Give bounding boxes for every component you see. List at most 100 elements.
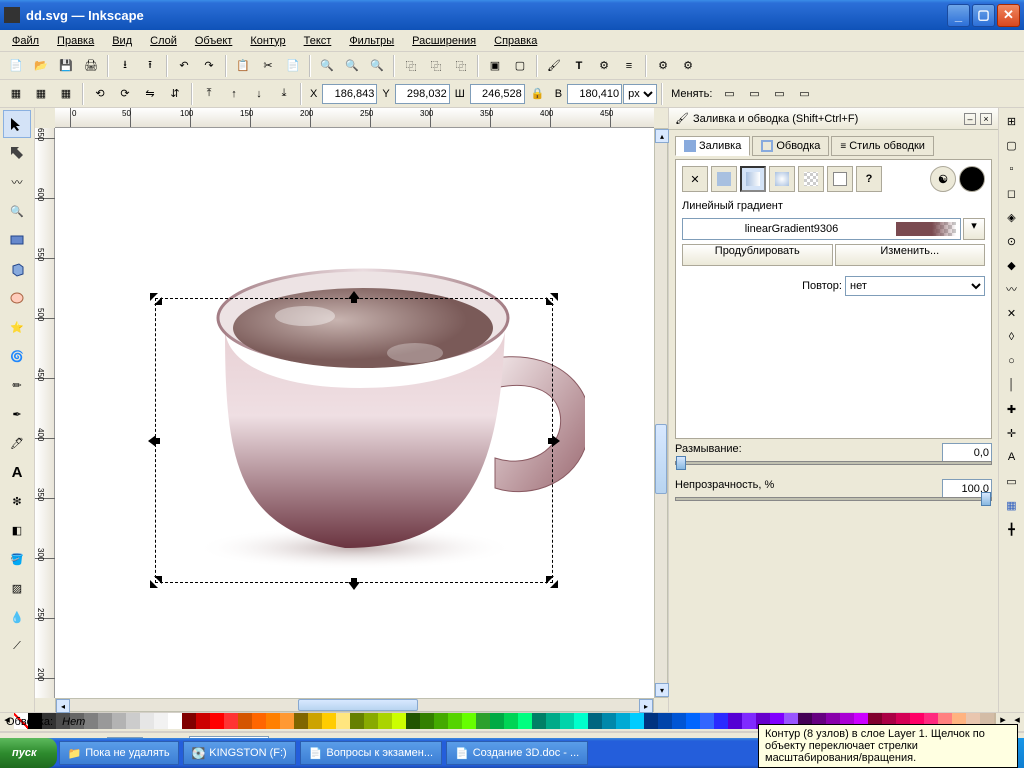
rotate-ccw-button[interactable]: ⟲ (88, 82, 112, 106)
color-swatch[interactable] (560, 713, 574, 729)
snap-guide[interactable]: ╋ (1001, 518, 1023, 540)
panel-close-icon[interactable]: × (980, 113, 992, 125)
flip-h-button[interactable]: ⇋ (138, 82, 162, 106)
text-dialog-button[interactable]: T (567, 54, 591, 78)
bezier-tool[interactable]: ✒ (3, 400, 31, 428)
scale-handle-nw[interactable] (150, 293, 162, 305)
canvas[interactable] (55, 128, 654, 698)
color-swatch[interactable] (350, 713, 364, 729)
pencil-tool[interactable]: ✏ (3, 371, 31, 399)
affect-stroke-button[interactable]: ▭ (717, 82, 741, 106)
blur-slider[interactable] (675, 461, 992, 465)
paint-flat-button[interactable] (711, 166, 737, 192)
snap-node[interactable]: ◆ (1001, 254, 1023, 276)
snap-grid[interactable]: ▦ (1001, 494, 1023, 516)
spray-tool[interactable]: ❇ (3, 487, 31, 515)
color-swatch[interactable] (406, 713, 420, 729)
doc-prefs-button[interactable]: ⚙ (676, 54, 700, 78)
color-swatch[interactable] (210, 713, 224, 729)
node-tool[interactable] (3, 139, 31, 167)
raise-button[interactable]: ↑ (222, 82, 246, 106)
raise-top-button[interactable]: ⤒ (197, 82, 221, 106)
repeat-select[interactable]: нет (845, 276, 985, 296)
snap-smooth[interactable]: ○ (1001, 350, 1023, 372)
scale-handle-sw[interactable] (150, 576, 162, 588)
scale-handle-e[interactable] (548, 435, 560, 447)
snap-cusp[interactable]: ◊ (1001, 326, 1023, 348)
color-swatch[interactable] (84, 713, 98, 729)
snap-rot-center[interactable]: ✛ (1001, 422, 1023, 444)
select-layers-button[interactable]: ▦ (29, 82, 53, 106)
tab-stroke-style[interactable]: ≡Стиль обводки (831, 136, 934, 156)
tab-fill[interactable]: Заливка (675, 136, 750, 156)
save-button[interactable]: 💾 (54, 54, 78, 78)
lower-bottom-button[interactable]: ⤓ (272, 82, 296, 106)
color-swatch[interactable] (392, 713, 406, 729)
color-swatch[interactable] (588, 713, 602, 729)
new-button[interactable]: 📄 (4, 54, 28, 78)
duplicate-button[interactable]: ⿻ (399, 54, 423, 78)
color-swatch[interactable] (266, 713, 280, 729)
affect-corners-button[interactable]: ▭ (742, 82, 766, 106)
color-swatch[interactable] (154, 713, 168, 729)
dropper-tool[interactable]: 💧 (3, 603, 31, 631)
snap-obj-center[interactable]: ✚ (1001, 398, 1023, 420)
scale-handle-s[interactable] (348, 578, 360, 590)
clone-button[interactable]: ⿻ (424, 54, 448, 78)
color-swatch[interactable] (308, 713, 322, 729)
gradient-dropdown-button[interactable]: ▾ (963, 218, 985, 240)
menu-filters[interactable]: Фильтры (341, 33, 402, 49)
color-swatch[interactable] (532, 713, 546, 729)
color-swatch[interactable] (280, 713, 294, 729)
text-tool[interactable]: A (3, 458, 31, 486)
unlink-button[interactable]: ⿻ (449, 54, 473, 78)
tweak-tool[interactable]: 〰 (3, 168, 31, 196)
snap-corner[interactable]: ◻ (1001, 182, 1023, 204)
color-swatch[interactable] (616, 713, 630, 729)
copy-button[interactable]: 📋 (231, 54, 255, 78)
panel-min-icon[interactable]: – (964, 113, 976, 125)
xml-button[interactable]: ⚙ (592, 54, 616, 78)
export-button[interactable]: ⭱ (138, 54, 162, 78)
open-button[interactable]: 📂 (29, 54, 53, 78)
color-swatch[interactable] (546, 713, 560, 729)
opacity-slider[interactable] (675, 497, 992, 501)
snap-intersect[interactable]: ✕ (1001, 302, 1023, 324)
lower-button[interactable]: ↓ (247, 82, 271, 106)
snap-page[interactable]: ▭ (1001, 470, 1023, 492)
color-swatch[interactable] (742, 713, 756, 729)
paint-swatch-button[interactable] (827, 166, 853, 192)
zoom-tool[interactable]: 🔍 (3, 197, 31, 225)
gradient-tool[interactable]: ▨ (3, 574, 31, 602)
scale-handle-ne[interactable] (546, 293, 558, 305)
snap-center[interactable]: ⊙ (1001, 230, 1023, 252)
color-swatch[interactable] (490, 713, 504, 729)
color-swatch[interactable] (476, 713, 490, 729)
redo-button[interactable]: ↷ (197, 54, 221, 78)
undo-button[interactable]: ↶ (172, 54, 196, 78)
fill-evenodd-button[interactable]: ☯ (930, 166, 956, 192)
color-swatch[interactable] (672, 713, 686, 729)
color-swatch[interactable] (728, 713, 742, 729)
color-swatch[interactable] (98, 713, 112, 729)
x-input[interactable] (322, 84, 377, 104)
color-swatch[interactable] (714, 713, 728, 729)
ellipse-tool[interactable] (3, 284, 31, 312)
3dbox-tool[interactable] (3, 255, 31, 283)
paint-linear-button[interactable] (740, 166, 766, 192)
ungroup-button[interactable]: ▢ (508, 54, 532, 78)
y-input[interactable] (395, 84, 450, 104)
gradient-combo[interactable]: linearGradient9306 (682, 218, 961, 240)
menu-view[interactable]: Вид (104, 33, 140, 49)
flip-v-button[interactable]: ⇵ (163, 82, 187, 106)
color-swatch[interactable] (140, 713, 154, 729)
ruler-horizontal[interactable]: 0 50 100 150 200 250 300 350 400 450 (55, 108, 654, 128)
affect-pattern-button[interactable]: ▭ (792, 82, 816, 106)
snap-line[interactable]: │ (1001, 374, 1023, 396)
menu-help[interactable]: Справка (486, 33, 545, 49)
snap-edge[interactable]: ▫ (1001, 158, 1023, 180)
task-item[interactable]: 💽 KINGSTON (F:) (183, 741, 296, 765)
color-swatch[interactable] (658, 713, 672, 729)
align-button[interactable]: ≡ (617, 54, 641, 78)
affect-gradient-button[interactable]: ▭ (767, 82, 791, 106)
